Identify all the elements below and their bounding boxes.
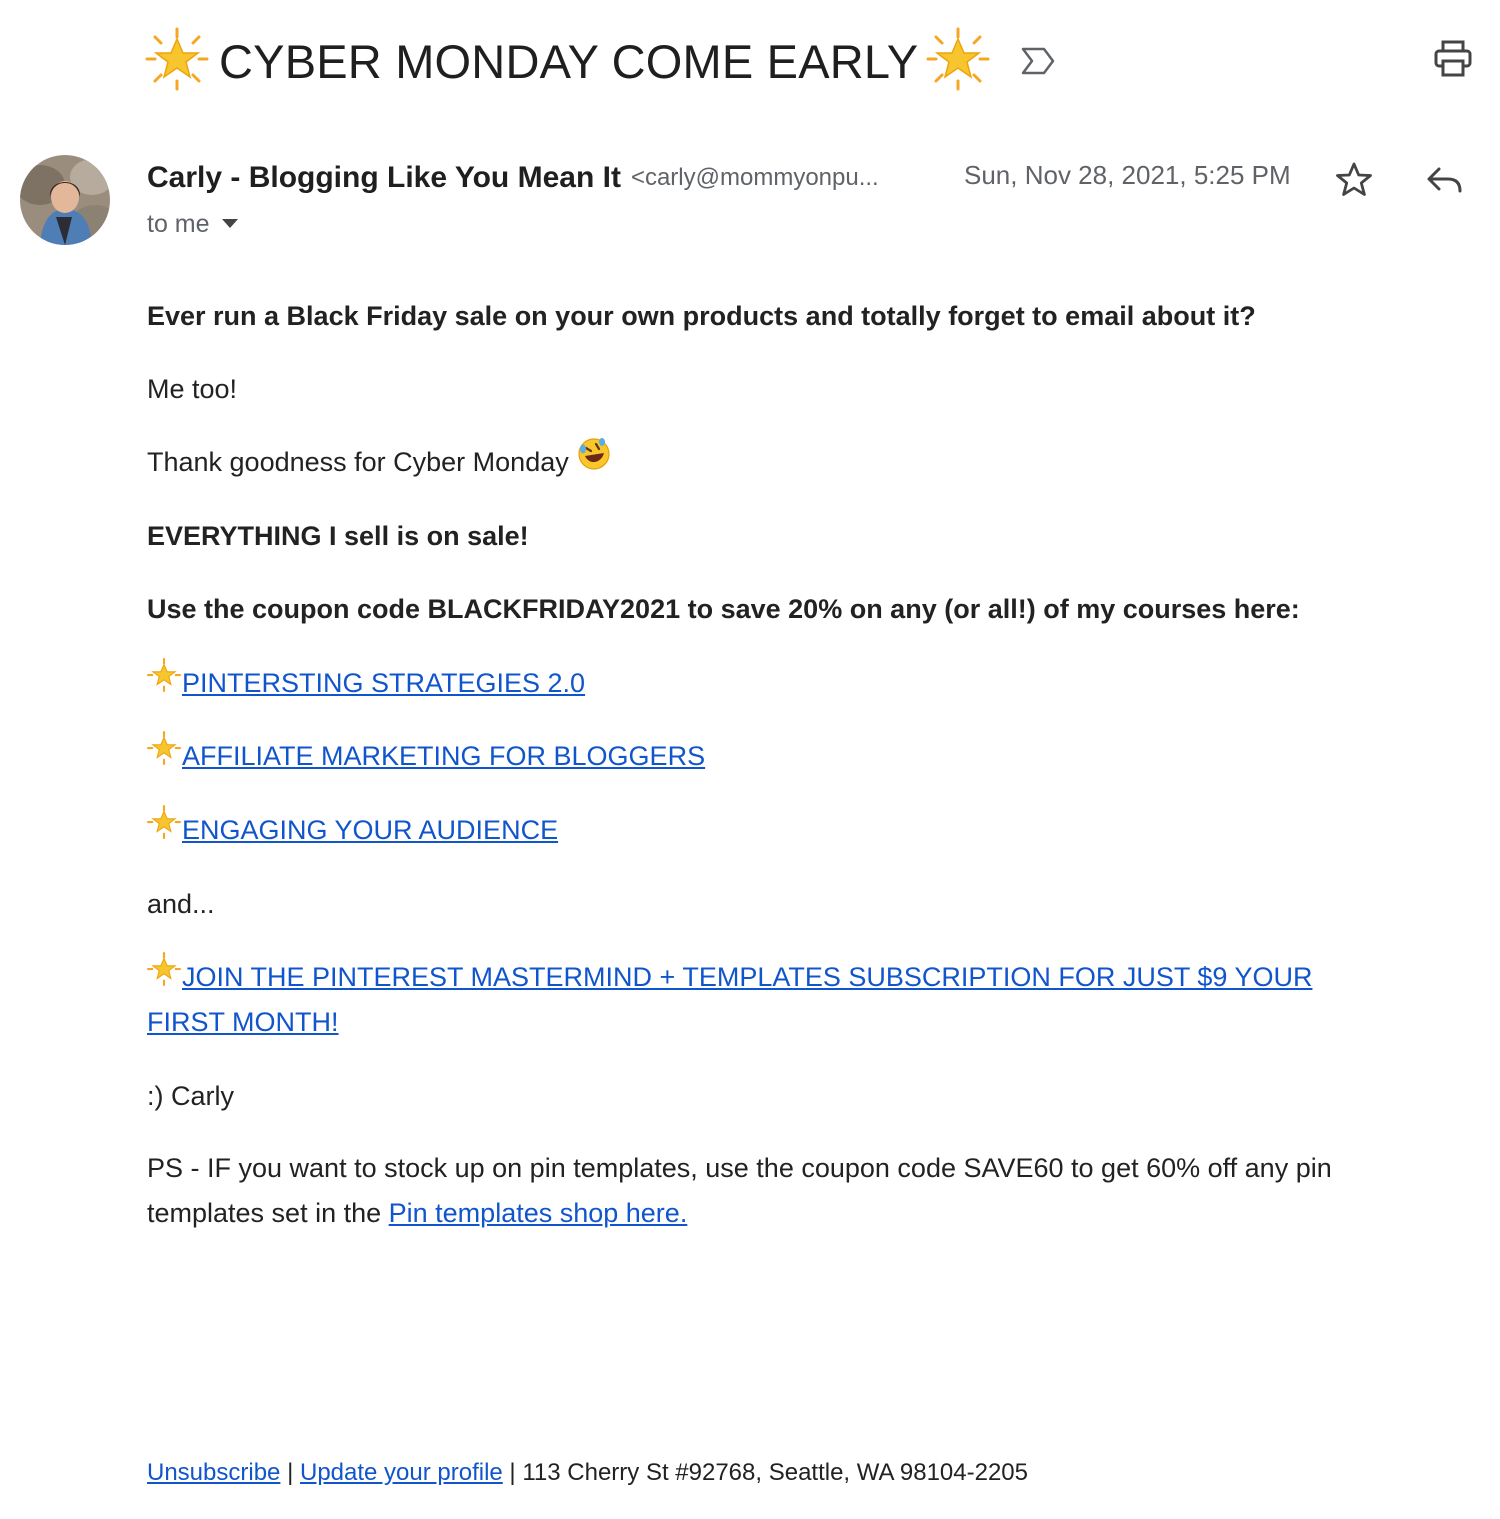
mastermind-link-row: JOIN THE PINTEREST MASTERMIND + TEMPLATE… [147, 952, 1312, 999]
glowing-star-emoji-icon [145, 27, 209, 96]
ps-paragraph-line-1: PS - IF you want to stock up on pin temp… [147, 1153, 1332, 1183]
course-link-row: AFFILIATE MARKETING FOR BLOGGERS [147, 731, 705, 778]
update-profile-link[interactable]: Update your profile [300, 1459, 503, 1486]
body-paragraph-and: and... [147, 889, 215, 919]
mastermind-link-line-2[interactable]: FIRST MONTH! [147, 1007, 339, 1037]
print-button[interactable] [1430, 38, 1476, 84]
ps-paragraph-line-2: templates set in the Pin templates shop … [147, 1191, 687, 1235]
sender-row: Carly - Blogging Like You Mean It <carly… [147, 156, 879, 200]
mastermind-link-row-continued: FIRST MONTH! [147, 1000, 339, 1044]
sent-date: Sun, Nov 28, 2021, 5:25 PM [964, 160, 1291, 190]
glowing-star-emoji-icon [147, 952, 181, 999]
glowing-star-emoji-icon [926, 27, 990, 96]
star-button[interactable] [1334, 160, 1378, 204]
email-subject: CYBER MONDAY COME EARLY [145, 27, 1056, 96]
pin-templates-shop-link[interactable]: Pin templates shop here. [389, 1198, 688, 1228]
mastermind-link-line-1[interactable]: JOIN THE PINTEREST MASTERMIND + TEMPLATE… [182, 962, 1312, 992]
importance-marker-icon[interactable] [1020, 46, 1056, 81]
body-paragraph-sale: EVERYTHING I sell is on sale! [147, 521, 529, 551]
footer-separator: | [280, 1459, 300, 1486]
ps-text: templates set in the [147, 1198, 389, 1228]
glowing-star-emoji-icon [147, 658, 181, 705]
footer-address: | 113 Cherry St #92768, Seattle, WA 9810… [502, 1459, 1028, 1486]
course-link-row: ENGAGING YOUR AUDIENCE [147, 805, 558, 852]
subject-text: CYBER MONDAY COME EARLY [219, 34, 919, 88]
glowing-star-emoji-icon [147, 731, 181, 778]
body-paragraph-coupon: Use the coupon code BLACKFRIDAY2021 to s… [147, 594, 1300, 624]
rolling-on-floor-laughing-emoji-icon [577, 437, 611, 484]
star-outline-icon [1334, 162, 1374, 204]
reply-icon [1424, 167, 1464, 204]
avatar[interactable] [20, 155, 110, 245]
course-link-engaging-audience[interactable]: ENGAGING YOUR AUDIENCE [182, 815, 558, 845]
course-link-affiliate-marketing[interactable]: AFFILIATE MARKETING FOR BLOGGERS [182, 741, 705, 771]
sender-name[interactable]: Carly - Blogging Like You Mean It [147, 161, 621, 195]
course-link-row: PINTERSTING STRATEGIES 2.0 [147, 658, 585, 705]
unsubscribe-link[interactable]: Unsubscribe [147, 1459, 280, 1486]
reply-button[interactable] [1424, 160, 1468, 204]
sender-email[interactable]: <carly@mommyonpu... [631, 164, 879, 192]
cyber-monday-text: Thank goodness for Cyber Monday [147, 447, 569, 477]
caret-down-icon [221, 216, 238, 234]
body-paragraph-me-too: Me too! [147, 374, 238, 404]
signoff: :) Carly [147, 1081, 234, 1111]
recipient-details-toggle[interactable]: to me [147, 206, 238, 242]
course-link-pinteresting-strategies[interactable]: PINTERSTING STRATEGIES 2.0 [182, 668, 585, 698]
email-footer: Unsubscribe | Update your profile | 113 … [147, 1455, 1028, 1491]
glowing-star-emoji-icon [147, 805, 181, 852]
body-paragraph-intro: Ever run a Black Friday sale on your own… [147, 301, 1256, 331]
recipient-text: to me [147, 209, 210, 238]
body-paragraph-cyber-monday: Thank goodness for Cyber Monday [147, 437, 611, 484]
print-icon [1433, 40, 1473, 83]
